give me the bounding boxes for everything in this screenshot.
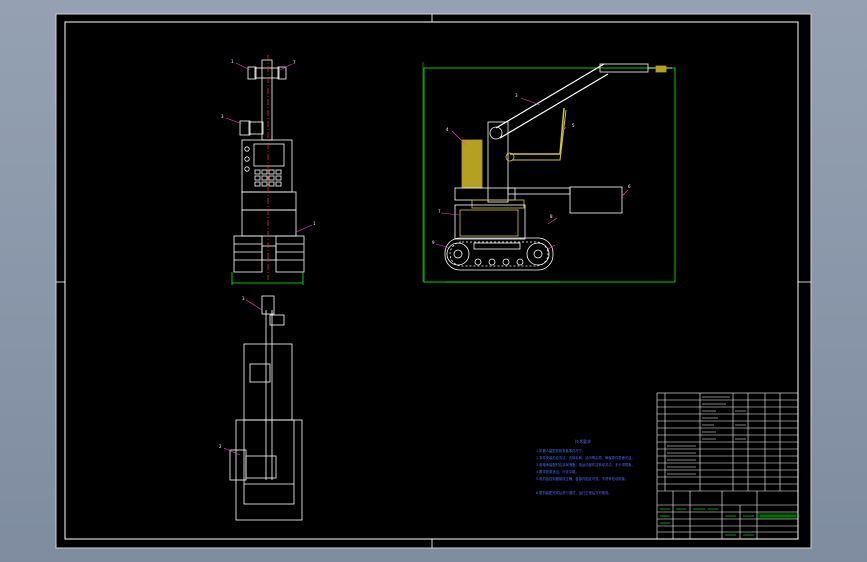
tech-note-2: 2.零件安装前应清洁，去除毛刺、油污等杂质，确保零件表面光洁。 bbox=[536, 455, 635, 460]
tech-note-6: 6.整机装配完成后进行调试，运行正常后方可使用。 bbox=[536, 490, 612, 495]
tech-note-5: 5.电机及控制器接线正确，各部件固定可靠，不得有松动现象。 bbox=[536, 476, 628, 481]
tech-note-3: 3.各轴承装配时应涂润滑脂，各运动部件应转动灵活，无卡滞现象。 bbox=[536, 462, 635, 467]
tech-note-4: 4.履带张紧适当，行走平稳。 bbox=[536, 469, 579, 474]
cad-viewport: 1 7 3 1 3 4 5 6 7 8 9 3 2 技术要求 1.机器人装配前检… bbox=[0, 0, 867, 562]
tech-notes-heading: 技术要求 bbox=[575, 438, 591, 444]
drawing-sheet bbox=[55, 13, 812, 549]
tech-note-1: 1.机器人装配前检查各零件尺寸。 bbox=[536, 448, 585, 453]
cad-drawing-canvas: 1 7 3 1 3 4 5 6 7 8 9 3 2 技术要求 1.机器人装配前检… bbox=[55, 13, 812, 549]
